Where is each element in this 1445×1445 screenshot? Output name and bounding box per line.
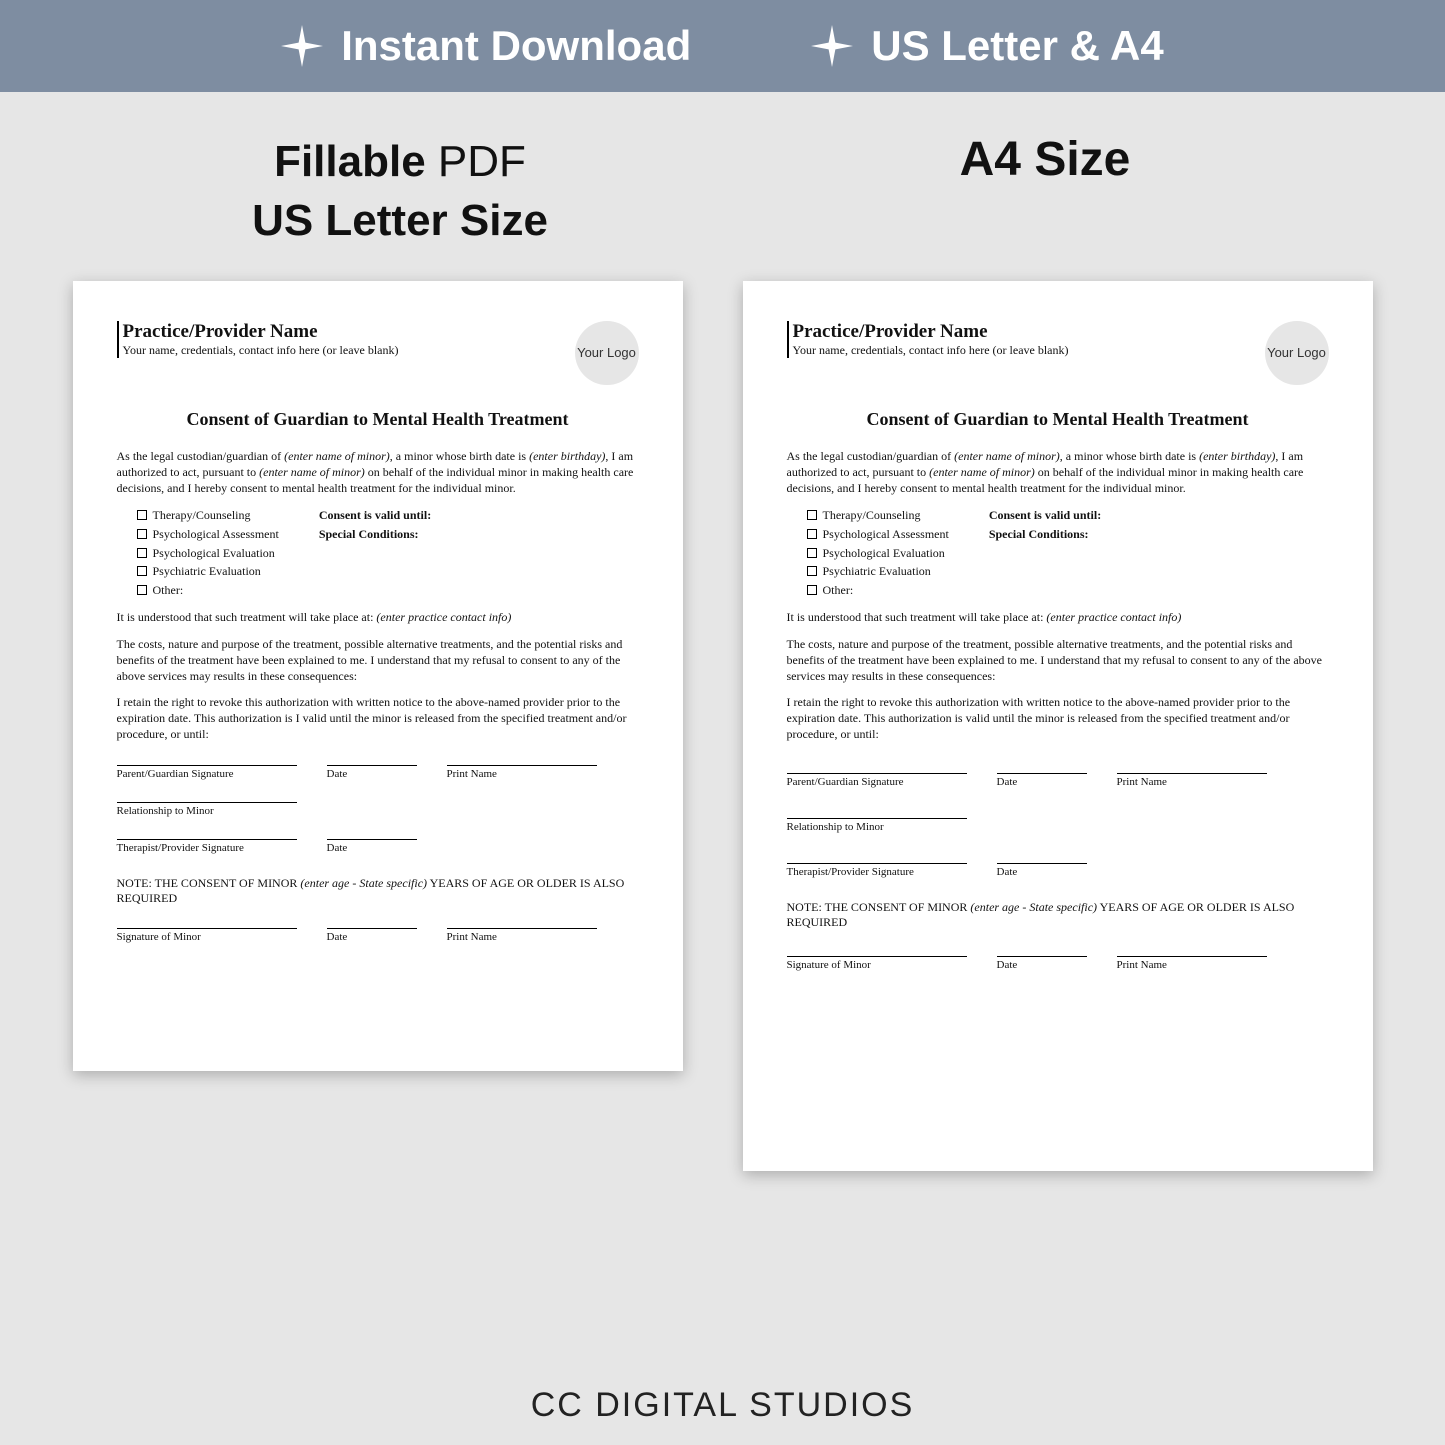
- checkbox-icon[interactable]: [807, 566, 817, 576]
- provider-name: Practice/Provider Name: [123, 321, 399, 343]
- checkbox-icon[interactable]: [137, 566, 147, 576]
- checkbox-icon[interactable]: [807, 585, 817, 595]
- risks-paragraph: The costs, nature and purpose of the tre…: [117, 636, 639, 685]
- sig-therapist: Therapist/Provider Signature: [117, 839, 297, 854]
- banner-item-download: Instant Download: [281, 22, 691, 70]
- sig-therapist: Therapist/Provider Signature: [787, 863, 967, 878]
- checkbox-icon[interactable]: [807, 529, 817, 539]
- sig-print: Print Name: [447, 928, 597, 943]
- page-previews: Practice/Provider Name Your name, creden…: [0, 271, 1445, 1171]
- size-labels: Fillable PDF US Letter Size A4 Size: [0, 92, 1445, 271]
- label-a4: A4 Size: [765, 132, 1325, 251]
- sparkle-icon: [811, 25, 853, 67]
- provider-sub: Your name, credentials, contact info her…: [793, 343, 1069, 358]
- sig-minor: Signature of Minor: [117, 928, 297, 943]
- sig-date: Date: [997, 863, 1087, 878]
- doc-title: Consent of Guardian to Mental Health Tre…: [787, 409, 1329, 430]
- minor-consent-note: NOTE: THE CONSENT OF MINOR (enter age - …: [117, 876, 639, 906]
- intro-paragraph: As the legal custodian/guardian of (ente…: [787, 448, 1329, 497]
- service-checklist: Therapy/Counseling Psychological Assessm…: [137, 506, 279, 599]
- checkbox-icon[interactable]: [807, 548, 817, 558]
- sig-print: Print Name: [1117, 773, 1267, 788]
- doc-title: Consent of Guardian to Mental Health Tre…: [117, 409, 639, 430]
- provider-sub: Your name, credentials, contact info her…: [123, 343, 399, 358]
- consent-validity: Consent is valid until: Special Conditio…: [319, 506, 431, 599]
- sig-minor: Signature of Minor: [787, 956, 967, 971]
- revoke-paragraph: I retain the right to revoke this author…: [117, 694, 639, 743]
- service-checklist: Therapy/Counseling Psychological Assessm…: [807, 506, 949, 599]
- sparkle-icon: [281, 25, 323, 67]
- location-paragraph: It is understood that such treatment wil…: [787, 609, 1329, 625]
- label-us-letter: Fillable PDF US Letter Size: [120, 132, 680, 251]
- sig-print: Print Name: [1117, 956, 1267, 971]
- checkbox-icon[interactable]: [137, 548, 147, 558]
- checkbox-icon[interactable]: [137, 510, 147, 520]
- minor-consent-note: NOTE: THE CONSENT OF MINOR (enter age - …: [787, 900, 1329, 930]
- sig-date: Date: [997, 773, 1087, 788]
- revoke-paragraph: I retain the right to revoke this author…: [787, 694, 1329, 743]
- sig-parent: Parent/Guardian Signature: [787, 773, 967, 788]
- sig-date: Date: [327, 839, 417, 854]
- banner-text-1: Instant Download: [341, 22, 691, 70]
- banner-text-2: US Letter & A4: [871, 22, 1164, 70]
- checkbox-icon[interactable]: [137, 529, 147, 539]
- location-paragraph: It is understood that such treatment wil…: [117, 609, 639, 625]
- banner-item-sizes: US Letter & A4: [811, 22, 1164, 70]
- provider-name: Practice/Provider Name: [793, 321, 1069, 343]
- logo-placeholder: Your Logo: [575, 321, 639, 385]
- page-a4: Practice/Provider Name Your name, creden…: [743, 281, 1373, 1171]
- consent-validity: Consent is valid until: Special Conditio…: [989, 506, 1101, 599]
- checkbox-icon[interactable]: [807, 510, 817, 520]
- checkbox-icon[interactable]: [137, 585, 147, 595]
- logo-placeholder: Your Logo: [1265, 321, 1329, 385]
- brand-footer: CC DIGITAL STUDIOS: [0, 1386, 1445, 1425]
- sig-date: Date: [327, 765, 417, 780]
- sig-date: Date: [327, 928, 417, 943]
- risks-paragraph: The costs, nature and purpose of the tre…: [787, 636, 1329, 685]
- sig-relationship: Relationship to Minor: [787, 818, 967, 833]
- sig-print: Print Name: [447, 765, 597, 780]
- page-us-letter: Practice/Provider Name Your name, creden…: [73, 281, 683, 1071]
- sig-relationship: Relationship to Minor: [117, 802, 297, 817]
- sig-date: Date: [997, 956, 1087, 971]
- intro-paragraph: As the legal custodian/guardian of (ente…: [117, 448, 639, 497]
- sig-parent: Parent/Guardian Signature: [117, 765, 297, 780]
- promo-banner: Instant Download US Letter & A4: [0, 0, 1445, 92]
